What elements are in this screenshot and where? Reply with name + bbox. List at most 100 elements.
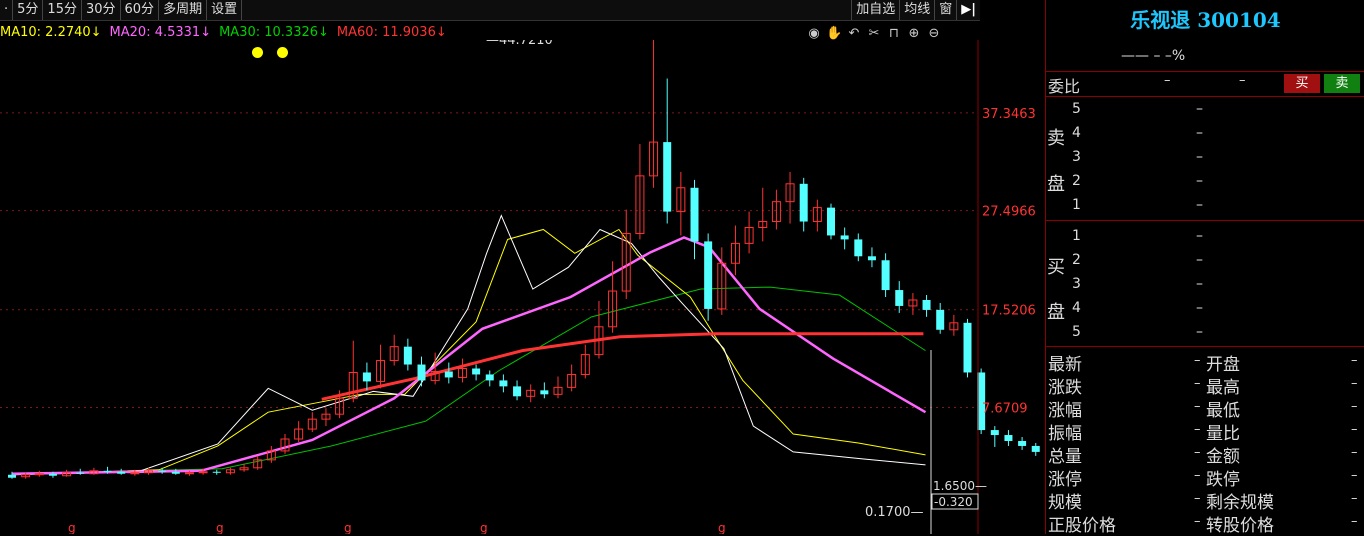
tab-settings[interactable]: 设置 — [207, 0, 243, 20]
candle-body — [444, 371, 453, 378]
candle-body — [663, 142, 672, 212]
quote-value: – — [1194, 491, 1201, 506]
kline-chart[interactable]: 47.196137.346327.496617.52067.6709ggggg … — [0, 40, 1045, 534]
candle-body — [76, 472, 85, 474]
buy-button[interactable]: 买 — [1284, 74, 1320, 93]
candle-body — [1031, 445, 1040, 452]
candle-body — [881, 260, 890, 291]
buy-price: – — [1196, 252, 1203, 268]
buy-price: – — [1196, 276, 1203, 292]
ma5-line — [11, 214, 926, 476]
candle-body — [184, 472, 194, 475]
x-tick-label: g — [718, 521, 726, 534]
quote-value: – — [1194, 445, 1201, 460]
buy-price: – — [1196, 228, 1203, 244]
ma30-line — [11, 286, 926, 475]
quote-label: 转股价格 — [1206, 516, 1274, 536]
buy-price: – — [1196, 300, 1203, 316]
quote-label: 金额 — [1206, 447, 1240, 467]
candle-body — [936, 309, 945, 330]
quote-value: – — [1351, 399, 1358, 414]
candle-body — [895, 290, 904, 306]
sell-level: 3 — [1072, 149, 1081, 165]
candle-body — [212, 471, 221, 473]
divider — [1046, 346, 1364, 347]
x-tick-label: g — [216, 521, 224, 534]
ma60-label: MA60: 11.9036↓ — [336, 25, 447, 40]
quote-value: – — [1194, 422, 1201, 437]
candle-body — [417, 364, 426, 381]
sell-price: – — [1196, 149, 1203, 165]
buy-level: 2 — [1072, 252, 1081, 268]
candle-body — [922, 299, 931, 310]
ma10-label: MA10: 2.2740↓ — [0, 25, 102, 40]
ma-button[interactable]: 均线 — [899, 0, 934, 20]
quote-value: – — [1194, 353, 1201, 368]
ma-legend: MA10: 2.2740↓ MA20: 4.5331↓ MA30: 10.332… — [0, 25, 447, 40]
quote-value: – — [1194, 468, 1201, 483]
quote-panel: 乐视退 300104 —— – –% 委比 – – 买 卖 卖 盘 5 4 3 … — [1045, 0, 1364, 536]
candle-body — [158, 470, 167, 472]
x-tick-label: g — [480, 521, 488, 534]
quote-label: 正股价格 — [1048, 516, 1116, 536]
weibi-value: – — [1164, 73, 1171, 88]
sell-level: 1 — [1072, 197, 1081, 213]
candle-body — [499, 380, 508, 387]
divider — [1046, 96, 1364, 97]
candle-body — [34, 473, 44, 476]
toolbar-arrow-icon[interactable]: · — [0, 0, 14, 20]
quote-value: – — [1351, 422, 1358, 437]
quote-label: 最低 — [1206, 401, 1240, 421]
window-button[interactable]: 窗 — [934, 0, 956, 20]
quote-value: – — [1351, 353, 1358, 368]
tab-multi-period[interactable]: 多周期 — [159, 0, 208, 20]
candle-body — [827, 207, 835, 236]
quote-label: 涨停 — [1048, 470, 1082, 490]
quote-label: 最高 — [1206, 378, 1240, 398]
y-tick-label: 17.5206 — [982, 304, 1036, 319]
candle-body — [690, 187, 699, 242]
buy-level: 4 — [1072, 300, 1081, 316]
quote-value: – — [1194, 399, 1201, 414]
candle-body — [799, 183, 808, 222]
buy-level: 1 — [1072, 228, 1081, 244]
tab-15min[interactable]: 15分 — [43, 0, 82, 20]
stock-title: 乐视退 300104 — [1130, 8, 1281, 32]
candle-body — [472, 368, 481, 375]
candle-body — [1004, 435, 1013, 441]
tab-60min[interactable]: 60分 — [121, 0, 160, 20]
sell-side-label-1: 卖 — [1047, 128, 1065, 149]
sell-price: – — [1196, 173, 1203, 189]
buy-price: – — [1196, 324, 1203, 340]
candle-body — [362, 372, 371, 382]
candle-body — [130, 472, 140, 475]
candle-body — [8, 474, 16, 478]
quote-label: 涨幅 — [1048, 401, 1082, 421]
quote-value: – — [1194, 376, 1201, 391]
tab-30min[interactable]: 30分 — [82, 0, 121, 20]
add-favorite-button[interactable]: 加自选 — [851, 0, 899, 20]
candle-body — [867, 256, 876, 261]
tab-5min[interactable]: 5分 — [13, 0, 44, 20]
quote-label: 跌停 — [1206, 470, 1240, 490]
x-tick-label: g — [68, 521, 76, 534]
candle-body — [171, 471, 180, 474]
collapse-panel-icon[interactable]: ▶| — [956, 0, 980, 20]
quote-value: – — [1351, 445, 1358, 460]
ma10-line — [11, 228, 926, 476]
sell-level: 2 — [1072, 173, 1081, 189]
y-tick-label: 27.4966 — [982, 205, 1036, 220]
high-price-label: —44.7210 — [486, 40, 553, 48]
quote-label: 振幅 — [1048, 424, 1082, 444]
divider — [1046, 220, 1364, 221]
sell-button[interactable]: 卖 — [1324, 74, 1360, 93]
quote-label: 涨跌 — [1048, 378, 1082, 398]
candle-body — [103, 470, 112, 472]
candle-body — [854, 239, 863, 257]
candle-body — [403, 346, 412, 365]
sell-side-label-2: 盘 — [1047, 174, 1065, 195]
buy-side-label-1: 买 — [1047, 257, 1065, 278]
sell-level: 4 — [1072, 125, 1081, 141]
sell-level: 5 — [1072, 101, 1081, 117]
candle-body — [198, 471, 208, 474]
